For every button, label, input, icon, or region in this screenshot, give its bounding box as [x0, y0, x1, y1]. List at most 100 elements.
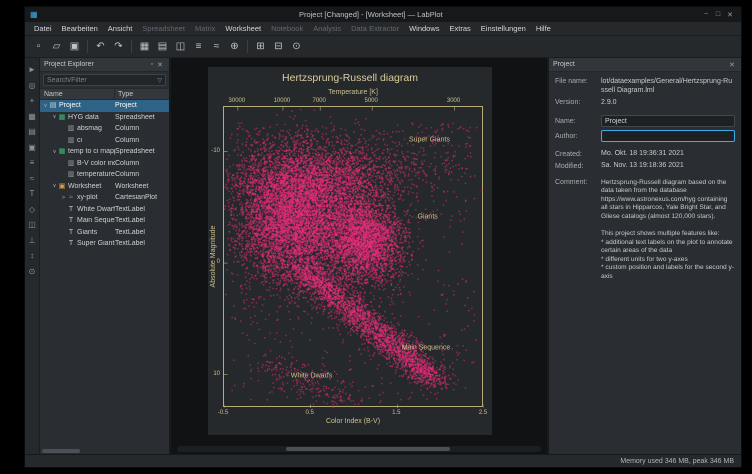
tree-row-white-dwarfs[interactable]: TWhite DwarfsTextLabel — [40, 204, 169, 216]
tree-expanded-icon[interactable]: ∨ — [51, 149, 58, 155]
menu-einstellungen[interactable]: Einstellungen — [476, 22, 531, 35]
author-label: Author: — [555, 133, 601, 140]
new-matrix-button[interactable]: ▤ — [154, 38, 171, 55]
tree-column-headers[interactable]: Name Type — [40, 88, 169, 100]
image-tool-button[interactable]: ◇ — [27, 204, 38, 215]
new-project-button[interactable]: ▫ — [30, 38, 47, 55]
left-axis-label[interactable]: Absolute Magnitude — [210, 106, 217, 407]
zoom-select-tool-button[interactable]: ◎ — [27, 80, 38, 91]
zoom-out-button[interactable]: ⊟ — [270, 38, 287, 55]
import-data-button[interactable]: ⊕ — [226, 38, 243, 55]
tree-row-super-giants[interactable]: TSuper GiantsTextLabel — [40, 238, 169, 250]
search-filter-field[interactable]: ▽ — [43, 74, 166, 86]
tree-row-giants[interactable]: TGiantsTextLabel — [40, 227, 169, 239]
notes-tool-button[interactable]: ≡ — [27, 157, 38, 168]
open-project-button[interactable]: ▱ — [48, 38, 65, 55]
text-label-giants[interactable]: Giants — [418, 214, 438, 221]
titlebar[interactable]: ▦ Project [Changed] - [Worksheet] — LabP… — [25, 7, 741, 22]
tree-row-xy-plot[interactable]: >≈xy-plotCartesianPlot — [40, 192, 169, 204]
tree-row-hyg-data[interactable]: ∨▦HYG dataSpreadsheet — [40, 112, 169, 124]
top-tick-label: 10000 — [274, 98, 291, 104]
add-tool-button[interactable]: + — [27, 95, 38, 106]
text-label-white-dwarfs[interactable]: White Dwarfs — [291, 372, 333, 379]
filter-icon[interactable]: ▽ — [157, 77, 162, 84]
properties-close-icon[interactable]: ✕ — [727, 61, 737, 69]
bottom-axis-label[interactable]: Color Index (B-V) — [223, 418, 483, 425]
tree-expanded-icon[interactable]: ∨ — [42, 103, 49, 109]
tree-row-b-v-color-index[interactable]: ▥B-V color indexColumn — [40, 158, 169, 170]
menu-extras[interactable]: Extras — [445, 22, 476, 35]
tree-item-name: Main Sequence — [77, 217, 115, 224]
menu-datei[interactable]: Datei — [29, 22, 57, 35]
new-plot-button[interactable]: ≈ — [208, 38, 225, 55]
text-label-super-giants[interactable]: Super Giants — [409, 137, 450, 144]
tree-row-project[interactable]: ∨▤ProjectProject — [40, 100, 169, 112]
tree-item-name: B-V color index — [77, 160, 115, 167]
menu-bearbeiten[interactable]: Bearbeiten — [57, 22, 103, 35]
zoom-in-button[interactable]: ⊞ — [252, 38, 269, 55]
close-button[interactable]: ✕ — [724, 11, 736, 19]
layout-tool-button[interactable]: ◫ — [27, 219, 38, 230]
text-tool-button[interactable]: T — [27, 188, 38, 199]
plot-title[interactable]: Hertzsprung-Russell diagram — [208, 72, 492, 84]
new-spreadsheet-button[interactable]: ▦ — [136, 38, 153, 55]
tree-row-temp-to-ci-mapping[interactable]: ∨▦temp to ci mappingSpreadsheet — [40, 146, 169, 158]
minimize-button[interactable]: − — [700, 11, 712, 18]
menu-notebook[interactable]: Notebook — [266, 22, 308, 35]
undo-button[interactable]: ↶ — [92, 38, 109, 55]
search-input[interactable] — [47, 77, 157, 84]
menu-data-extractor[interactable]: Data Extractor — [346, 22, 404, 35]
text-label-main-sequence[interactable]: Main Sequence — [402, 344, 451, 351]
column-header-type[interactable]: Type — [115, 89, 169, 99]
tree-row-main-sequence[interactable]: TMain SequenceTextLabel — [40, 215, 169, 227]
panel-close-icon[interactable]: ✕ — [155, 61, 165, 69]
cursor-tool-button[interactable]: ► — [27, 64, 38, 75]
name-field[interactable] — [601, 115, 735, 127]
project-explorer-header[interactable]: Project Explorer ▫ ✕ — [40, 58, 169, 72]
textlabel-icon: T — [67, 229, 75, 236]
tree-row-worksheet[interactable]: ∨▣WorksheetWorksheet — [40, 181, 169, 193]
menu-matrix[interactable]: Matrix — [190, 22, 220, 35]
export-tool-button[interactable]: ⊙ — [27, 266, 38, 277]
top-axis-label[interactable]: Temperature [K] — [223, 89, 483, 96]
scatter-canvas[interactable] — [224, 107, 484, 408]
menu-worksheet[interactable]: Worksheet — [220, 22, 266, 35]
comment-field[interactable]: Hertzsprung-Russell diagram based on the… — [601, 179, 735, 282]
menu-ansicht[interactable]: Ansicht — [103, 22, 138, 35]
menu-analysis[interactable]: Analysis — [308, 22, 346, 35]
worksheet-view[interactable]: Hertzsprung-Russell diagram Temperature … — [171, 58, 547, 454]
view-hscroll-handle[interactable] — [286, 447, 450, 451]
tree-row-ci[interactable]: ▥ciColumn — [40, 135, 169, 147]
tree-expanded-icon[interactable]: ∨ — [51, 183, 58, 189]
spreadsheet-tool-button[interactable]: ▦ — [27, 111, 38, 122]
new-notebook-button[interactable]: ≡ — [190, 38, 207, 55]
menu-hilfe[interactable]: Hilfe — [531, 22, 556, 35]
maximize-button[interactable]: □ — [712, 11, 724, 18]
worksheet-tool-button[interactable]: ▣ — [27, 142, 38, 153]
tree-row-absmag[interactable]: ▥absmagColumn — [40, 123, 169, 135]
column-header-name[interactable]: Name — [40, 89, 115, 99]
plot-area[interactable]: Super Giants Giants Main Sequence White Dwa… — [223, 106, 483, 407]
new-worksheet-button[interactable]: ◫ — [172, 38, 189, 55]
explorer-hscrollbar[interactable] — [40, 447, 169, 454]
save-project-button[interactable]: ▣ — [66, 38, 83, 55]
redo-button[interactable]: ↷ — [110, 38, 127, 55]
plot-tool-button[interactable]: ≈ — [27, 173, 38, 184]
tree-item-name: Worksheet — [68, 183, 115, 190]
properties-title: Project — [553, 61, 727, 68]
export-button[interactable]: ⊙ — [288, 38, 305, 55]
explorer-hscroll-handle[interactable] — [42, 449, 80, 453]
window-title: Project [Changed] - [Worksheet] — LabPlo… — [42, 10, 700, 19]
matrix-tool-button[interactable]: ▤ — [27, 126, 38, 137]
properties-header[interactable]: Project ✕ — [549, 58, 741, 72]
menu-windows[interactable]: Windows — [404, 22, 444, 35]
menu-spreadsheet[interactable]: Spreadsheet — [137, 22, 190, 35]
tree-row-temperature[interactable]: ▥temperatureColumn — [40, 169, 169, 181]
worksheet-page[interactable]: Hertzsprung-Russell diagram Temperature … — [208, 67, 492, 435]
tree-expanded-icon[interactable]: ∨ — [51, 114, 58, 120]
fit-tool-button[interactable]: ↕ — [27, 250, 38, 261]
axis-tool-button[interactable]: ⊥ — [27, 235, 38, 246]
author-field[interactable] — [601, 130, 735, 142]
tree-collapsed-icon[interactable]: > — [60, 195, 67, 201]
view-hscrollbar[interactable] — [177, 446, 541, 452]
